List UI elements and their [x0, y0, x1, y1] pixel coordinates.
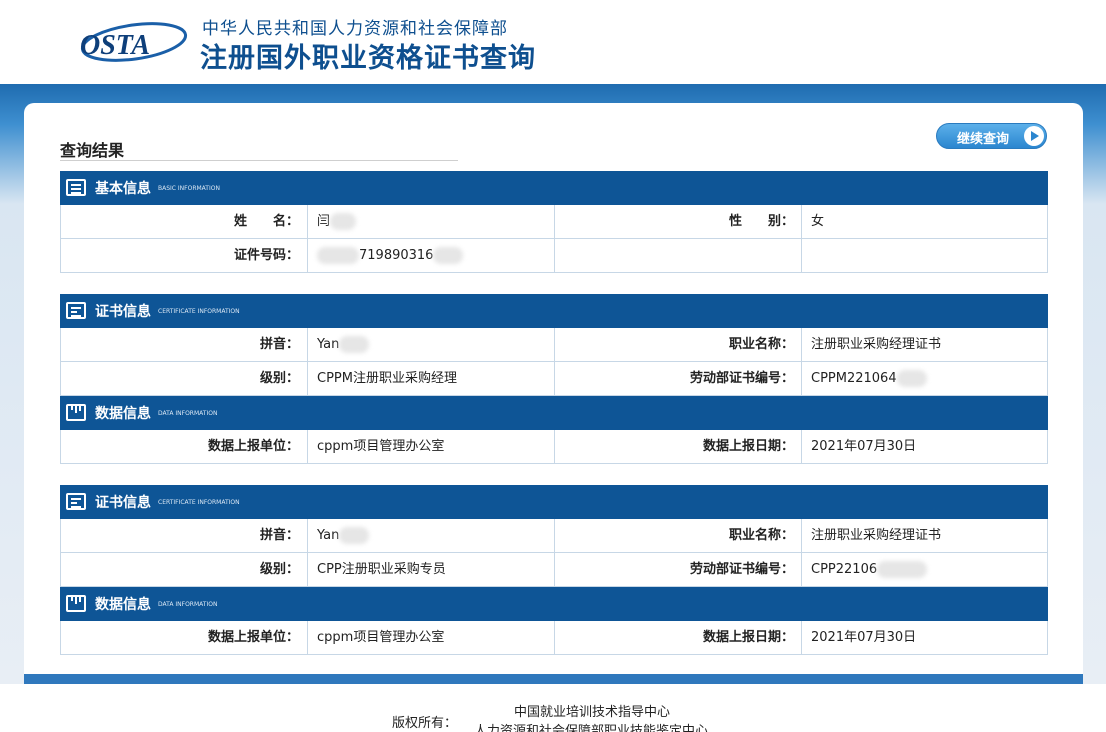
pinyin-label: 拼音： — [259, 528, 299, 543]
job-label: 职业名称： — [728, 337, 794, 352]
gender-label: 性 别： — [728, 214, 794, 229]
level-label: 级别： — [259, 371, 299, 386]
report-date-label: 数据上报日期： — [702, 630, 794, 645]
level-label: 级别： — [259, 562, 299, 577]
certificate-info-title: 证书信息 — [95, 304, 151, 320]
id-label: 证件号码： — [233, 248, 299, 263]
certificate-info-subtitle: CERTIFICATE INFORMATION — [158, 499, 240, 506]
table-row: 姓 名： 闫 性 别： 女 — [60, 205, 1048, 239]
table-row: 数据上报单位： cppm项目管理办公室 数据上报日期： 2021年07月30日 — [60, 621, 1048, 655]
table-row: 拼音： Yan 职业名称： 注册职业采购经理证书 — [60, 519, 1048, 553]
report-date-label: 数据上报日期： — [702, 439, 794, 454]
result-panel: 查询结果 继续查询 基本信息 BASIC INFORMATION 姓 名： 闫 … — [24, 103, 1083, 681]
play-arrow-icon — [1024, 126, 1044, 146]
panel-bottom-bar — [24, 674, 1083, 684]
table-row: 数据上报单位： cppm项目管理办公室 数据上报日期： 2021年07月30日 — [60, 430, 1048, 464]
data-info-header: 数据信息 DATA INFORMATION — [60, 396, 1048, 430]
basic-info-title: 基本信息 — [95, 181, 151, 197]
report-date-value: 2021年07月30日 — [811, 439, 917, 454]
report-unit-value: cppm项目管理办公室 — [317, 439, 445, 454]
job-value: 注册职业采购经理证书 — [811, 337, 942, 352]
cert-number-value: CPPM221064 — [811, 362, 1041, 395]
continue-query-button[interactable]: 继续查询 — [936, 123, 1047, 149]
monitor-chart-icon — [66, 595, 86, 612]
page-footer: 版权所有： 中国就业培训技术指导中心 人力资源和社会保障部职业技能鉴定中心 — [0, 690, 1106, 732]
copyright-label: 版权所有： — [392, 716, 458, 731]
title-underline — [60, 160, 458, 161]
certificate-info-subtitle: CERTIFICATE INFORMATION — [158, 308, 240, 315]
data-info-title: 数据信息 — [95, 406, 151, 422]
certificate-info-title: 证书信息 — [95, 495, 151, 511]
report-unit-value: cppm项目管理办公室 — [317, 630, 445, 645]
id-value: 719890316 — [317, 239, 547, 272]
data-info-header: 数据信息 DATA INFORMATION — [60, 587, 1048, 621]
basic-info-header: 基本信息 BASIC INFORMATION — [60, 171, 1048, 205]
gender-value: 女 — [811, 214, 825, 229]
page-header: OSTA 中华人民共和国人力资源和社会保障部 注册国外职业资格证书查询 — [0, 0, 1106, 84]
cert-number-label: 劳动部证书编号： — [689, 371, 794, 386]
name-value: 闫 — [317, 205, 547, 238]
pinyin-value: Yan — [317, 328, 547, 361]
job-value: 注册职业采购经理证书 — [811, 528, 942, 543]
system-title: 注册国外职业资格证书查询 — [200, 43, 536, 74]
level-value: CPP注册职业采购专员 — [317, 562, 446, 577]
copyright-org-2: 人力资源和社会保障部职业技能鉴定中心 — [474, 724, 709, 732]
list-icon — [66, 179, 86, 196]
report-unit-label: 数据上报单位： — [207, 439, 299, 454]
osta-logo: OSTA — [80, 22, 188, 62]
continue-query-label: 继续查询 — [957, 132, 1010, 147]
data-info-subtitle: DATA INFORMATION — [158, 410, 218, 417]
job-label: 职业名称： — [728, 528, 794, 543]
pinyin-label: 拼音： — [259, 337, 299, 352]
monitor-chart-icon — [66, 404, 86, 421]
report-unit-label: 数据上报单位： — [207, 630, 299, 645]
level-value: CPPM注册职业采购经理 — [317, 371, 457, 386]
result-title: 查询结果 — [60, 141, 125, 160]
table-row: 证件号码： 719890316 — [60, 239, 1048, 273]
report-date-value: 2021年07月30日 — [811, 630, 917, 645]
table-row: 拼音： Yan 职业名称： 注册职业采购经理证书 — [60, 328, 1048, 362]
name-label: 姓 名： — [233, 214, 299, 229]
data-info-subtitle: DATA INFORMATION — [158, 601, 218, 608]
certificate-info-header: 证书信息 CERTIFICATE INFORMATION — [60, 485, 1048, 519]
cert-number-label: 劳动部证书编号： — [689, 562, 794, 577]
basic-info-subtitle: BASIC INFORMATION — [158, 185, 220, 192]
certificate-icon — [66, 493, 86, 510]
svg-text:OSTA: OSTA — [80, 30, 150, 61]
table-row: 级别： CPPM注册职业采购经理 劳动部证书编号： CPPM221064 — [60, 362, 1048, 396]
data-info-title: 数据信息 — [95, 597, 151, 613]
certificate-icon — [66, 302, 86, 319]
certificate-info-header: 证书信息 CERTIFICATE INFORMATION — [60, 294, 1048, 328]
cert-number-value: CPP22106 — [811, 553, 1041, 586]
copyright-org-1: 中国就业培训技术指导中心 — [514, 705, 671, 720]
pinyin-value: Yan — [317, 519, 547, 552]
table-row: 级别： CPP注册职业采购专员 劳动部证书编号： CPP22106 — [60, 553, 1048, 587]
